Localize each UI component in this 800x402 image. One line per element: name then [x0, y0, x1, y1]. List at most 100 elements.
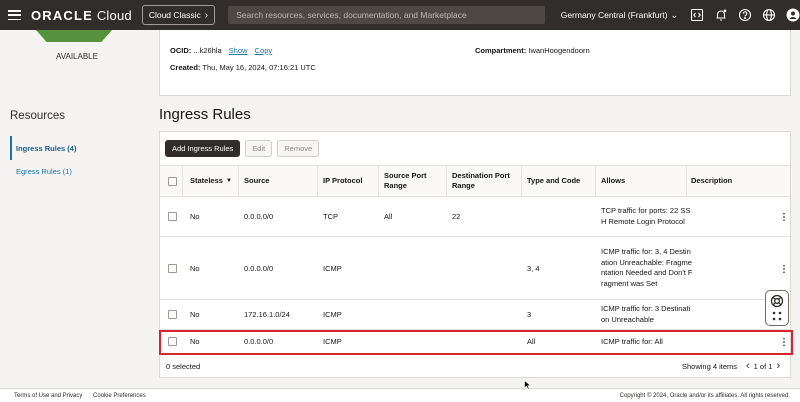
resource-ingress-rules[interactable]: Ingress Rules (4) [10, 136, 144, 160]
column-header-ip-protocol: IP Protocol [323, 176, 363, 185]
search-placeholder: Search resources, services, documentatio… [236, 10, 467, 20]
code-editor-icon[interactable] [690, 8, 704, 22]
row-checkbox[interactable] [168, 337, 177, 346]
cell-ip-protocol: TCP [323, 212, 338, 221]
cell-source: 172.16.1.0/24 [244, 310, 290, 319]
resources-heading: Resources [10, 110, 65, 122]
remove-button[interactable]: Remove [277, 140, 320, 157]
show-ocid-link[interactable]: Show [229, 46, 248, 55]
copyright-text: Copyright © 2024, Oracle and/or its affi… [619, 392, 790, 399]
column-header-stateless[interactable]: Stateless ▼ [190, 166, 232, 196]
ingress-rules-heading: Ingress Rules [159, 106, 251, 123]
copy-ocid-link[interactable]: Copy [255, 46, 273, 55]
row-actions-menu-icon[interactable]: ⋯ [778, 337, 789, 346]
pagination: ‹ 1 of 1 › [746, 360, 780, 372]
selected-count: 0 selected [166, 362, 201, 371]
column-header-source: Source [244, 176, 270, 185]
chevron-right-icon: › [204, 9, 209, 21]
previous-page-icon[interactable]: ‹ [746, 360, 750, 372]
status-indicator-shape [36, 30, 112, 42]
lifebuoy-icon[interactable] [770, 294, 784, 308]
table-footer: 0 selected Showing 4 items ‹ 1 of 1 › [160, 354, 790, 378]
ingress-rules-table: Stateless ▼ Source IP Protocol Source Por… [160, 165, 790, 354]
page-footer: Terms of Use and Privacy Cookie Preferen… [0, 388, 800, 402]
ocid-label: OCID: [170, 46, 192, 55]
table-row: No 172.16.1.0/24 ICMP 3 ICMP traffic for… [160, 300, 790, 330]
chevron-down-icon: ⌄ [670, 9, 678, 20]
help-widget[interactable] [765, 290, 789, 326]
column-header-description: Description [691, 176, 733, 185]
column-header-source-port-range: Source Port Range [384, 171, 427, 190]
oracle-cloud-logo[interactable]: ORACLE Cloud [31, 8, 132, 23]
add-ingress-rules-button[interactable]: Add Ingress Rules [165, 140, 241, 157]
row-checkbox[interactable] [168, 310, 177, 319]
table-row: No 0.0.0.0/0 TCP All 22 TCP traffic for … [160, 197, 790, 237]
cloud-classic-button[interactable]: Cloud Classic › [141, 5, 216, 25]
column-header-type-and-code: Type and Code [527, 176, 581, 185]
created-label: Created: [170, 63, 201, 72]
cell-stateless: No [190, 212, 200, 221]
cell-source: 0.0.0.0/0 [244, 263, 274, 273]
showing-items-count: Showing 4 items [682, 362, 738, 371]
security-list-info-panel: OCID: ...k26hla Show Copy Compartment: I… [159, 30, 791, 96]
compartment-value: IwanHoogendoorn [528, 46, 590, 55]
table-header-row: Stateless ▼ Source IP Protocol Source Por… [160, 165, 790, 197]
cell-allows: ICMP traffic for: 3 Destination Unreacha… [601, 304, 691, 324]
cell-source: 0.0.0.0/0 [244, 337, 274, 346]
search-input[interactable]: Search resources, services, documentatio… [228, 6, 545, 24]
next-page-icon[interactable]: › [776, 360, 780, 372]
cell-type-and-code: 3 [527, 310, 532, 319]
table-toolbar: Add Ingress Rules Edit Remove [165, 140, 320, 157]
row-actions-menu-icon[interactable]: ⋯ [778, 264, 789, 273]
select-all-checkbox[interactable] [168, 176, 177, 186]
cell-ip-protocol: ICMP [323, 337, 342, 346]
apps-grid-icon[interactable] [770, 309, 784, 323]
table-row-highlighted: No 0.0.0.0/0 ICMP All ICMP traffic for: … [160, 330, 790, 354]
terms-link[interactable]: Terms of Use and Privacy [14, 393, 82, 399]
resource-egress-rules[interactable]: Egress Rules (1) [10, 160, 144, 182]
column-header-allows: Allows [601, 176, 626, 185]
resources-list: Ingress Rules (4) Egress Rules (1) [10, 136, 144, 182]
help-icon[interactable] [738, 8, 752, 22]
user-icon[interactable] [786, 8, 800, 22]
edit-button[interactable]: Edit [245, 140, 273, 157]
cell-allows: ICMP traffic for: All [601, 337, 663, 346]
cell-allows: TCP traffic for ports: 22 SSH Remote Log… [601, 206, 691, 226]
created-row: Created: Thu, May 16, 2024, 07:16:21 UTC [170, 63, 316, 72]
cookie-preferences-link[interactable]: Cookie Preferences [93, 393, 146, 399]
hamburger-menu-icon[interactable] [8, 10, 21, 20]
cell-ip-protocol: ICMP [323, 263, 342, 273]
column-header-destination-port-range: Destination Port Range [452, 171, 510, 190]
cell-stateless: No [190, 337, 200, 346]
ingress-rules-table-panel: Add Ingress Rules Edit Remove Stateless ▼… [159, 131, 791, 378]
cell-stateless: No [190, 310, 200, 319]
row-actions-menu-icon[interactable]: ⋯ [778, 212, 789, 221]
cell-type-and-code: 3, 4 [527, 263, 540, 273]
ocid-value: ...k26hla [193, 46, 222, 55]
row-checkbox[interactable] [168, 212, 177, 221]
cell-destination-port-range: 22 [452, 212, 461, 221]
cell-type-and-code: All [527, 337, 536, 346]
compartment-label: Compartment: [475, 46, 527, 55]
column-stateless-label: Stateless [190, 176, 223, 185]
globe-icon[interactable] [762, 8, 776, 22]
cell-allows: ICMP traffic for: 3, 4 Destination Unrea… [601, 247, 693, 288]
logo-product: Cloud [93, 7, 132, 23]
top-navigation-bar: ORACLE Cloud Cloud Classic › Search resou… [0, 0, 800, 30]
cell-source-port-range: All [384, 212, 393, 221]
region-selector[interactable]: Germany Central (Frankfurt) ⌄ [561, 10, 678, 21]
compartment-row: Compartment: IwanHoogendoorn [475, 46, 590, 55]
cloud-classic-label: Cloud Classic [148, 10, 201, 20]
page-indicator: 1 of 1 [753, 361, 773, 371]
cell-source: 0.0.0.0/0 [244, 212, 274, 221]
cell-stateless: No [190, 263, 200, 273]
bell-icon[interactable] [714, 8, 728, 22]
mouse-cursor-icon [524, 380, 532, 390]
sort-descending-icon: ▼ [225, 178, 232, 184]
row-checkbox[interactable] [168, 263, 177, 273]
table-row: No 0.0.0.0/0 ICMP 3, 4 ICMP traffic for:… [160, 237, 790, 300]
logo-brand: ORACLE [30, 7, 94, 23]
created-value: Thu, May 16, 2024, 07:16:21 UTC [202, 63, 316, 72]
ocid-row: OCID: ...k26hla Show Copy [170, 46, 272, 55]
cell-ip-protocol: ICMP [323, 310, 342, 319]
